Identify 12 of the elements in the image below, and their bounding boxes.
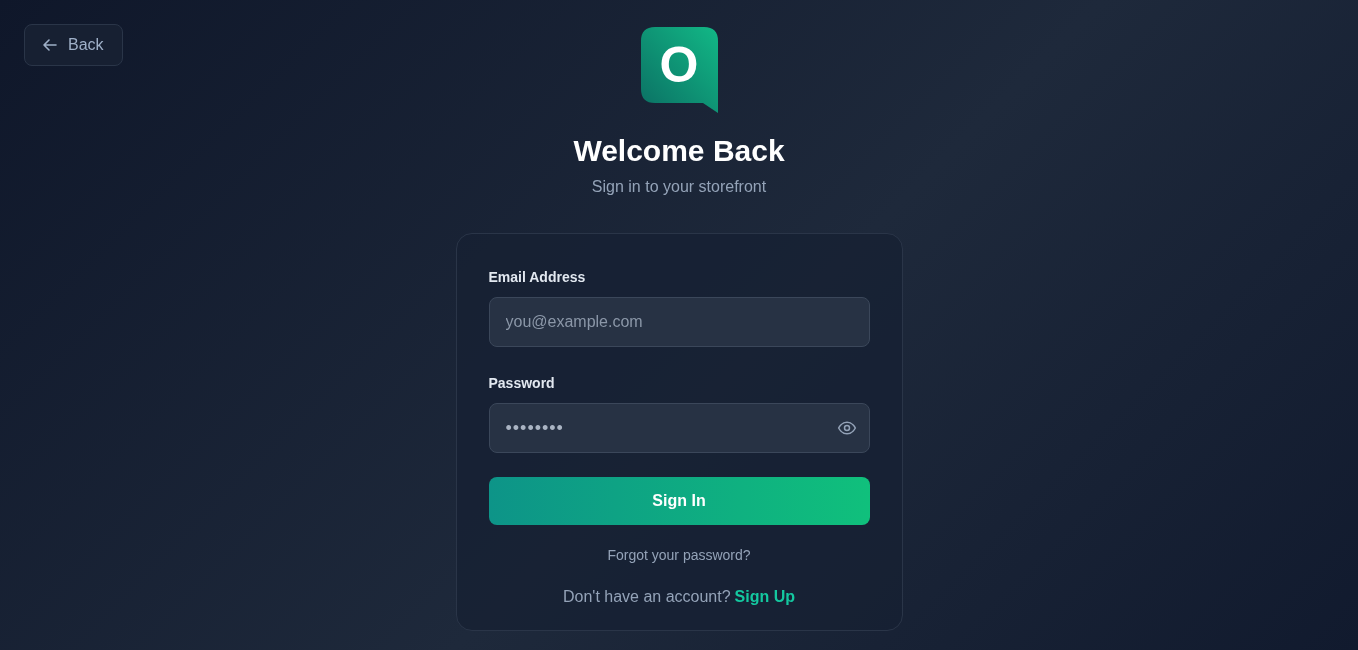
logo-icon: O <box>640 27 718 113</box>
email-field[interactable]: you@example.com <box>488 297 870 347</box>
field-label: Password <box>488 374 556 393</box>
page-title: Welcome Back <box>573 133 785 169</box>
back-button[interactable]: Back <box>24 24 123 66</box>
signup-prompt: Don't have an account? <box>562 587 731 607</box>
field-label: Email Address <box>488 268 587 287</box>
forgot-password-link[interactable]: Forgot your password? <box>607 545 751 566</box>
page-subtitle: Sign in to your storefront <box>591 177 767 197</box>
arrow-left-icon <box>42 37 58 53</box>
sign-up-link[interactable]: Sign Up <box>734 585 796 609</box>
password-field[interactable]: •••••••• <box>488 403 870 453</box>
